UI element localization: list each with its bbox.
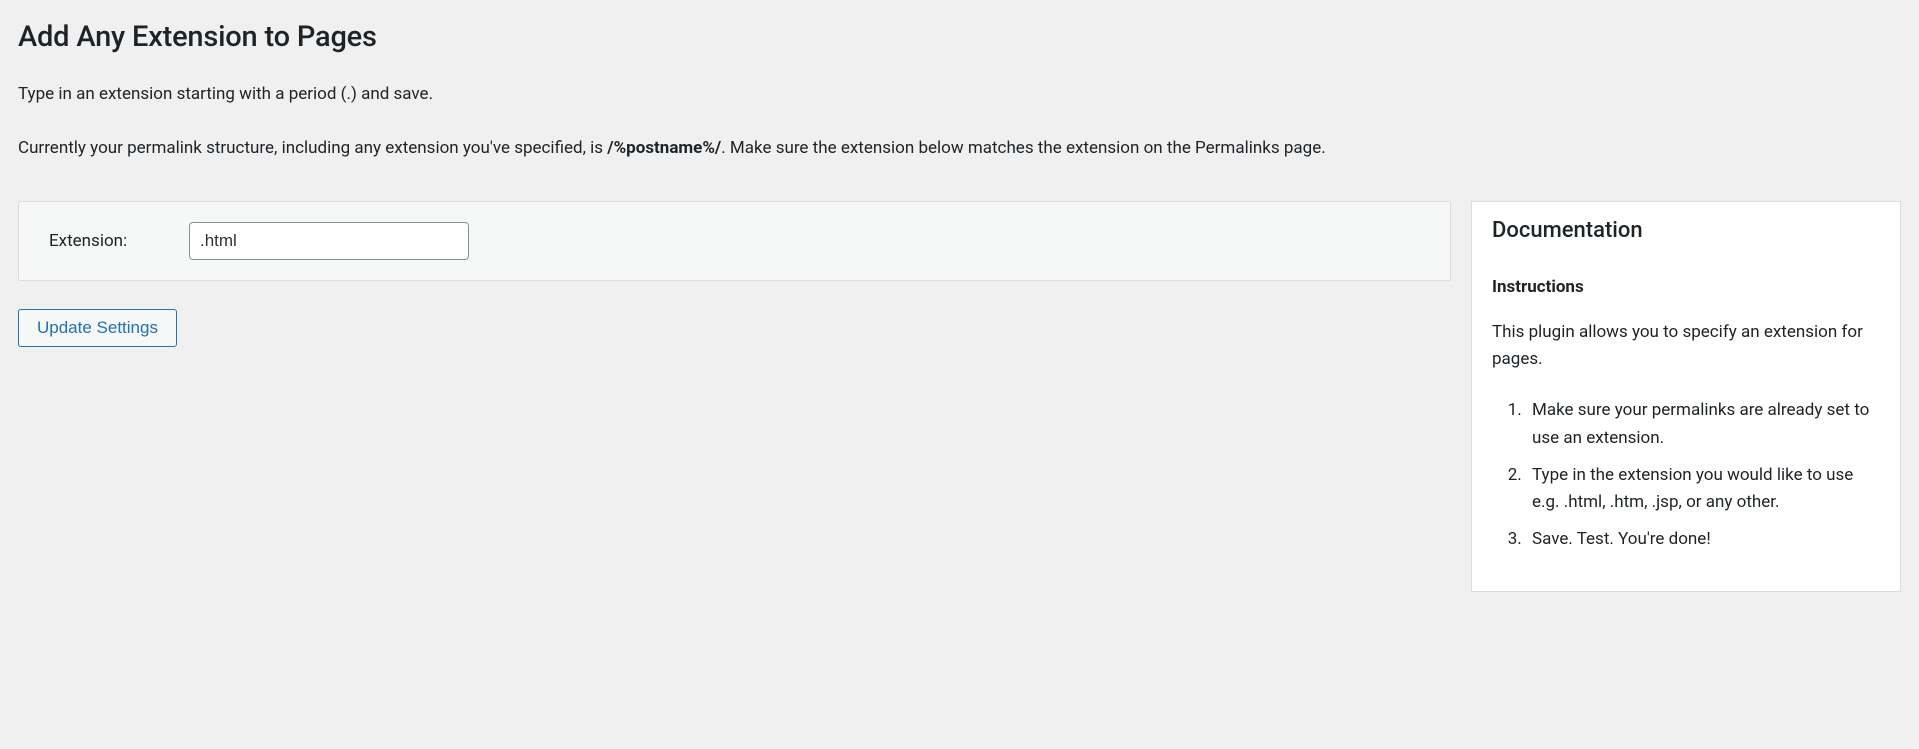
instructions-heading: Instructions [1492, 277, 1880, 297]
documentation-panel: Documentation Instructions This plugin a… [1471, 201, 1901, 592]
extension-input[interactable] [189, 222, 469, 260]
settings-column: Extension: Update Settings [18, 201, 1451, 347]
extension-label: Extension: [49, 231, 159, 251]
instructions-description: This plugin allows you to specify an ext… [1492, 319, 1880, 373]
instructions-list: Make sure your permalinks are already se… [1492, 397, 1880, 553]
content-wrap: Extension: Update Settings Documentation… [18, 201, 1901, 592]
page-title: Add Any Extension to Pages [18, 20, 1901, 54]
list-item: Save. Test. You're done! [1526, 526, 1880, 553]
update-settings-button[interactable]: Update Settings [18, 309, 177, 347]
permalink-prefix: Currently your permalink structure, incl… [18, 138, 607, 158]
documentation-title: Documentation [1492, 218, 1880, 243]
list-item: Make sure your permalinks are already se… [1526, 397, 1880, 451]
list-item: Type in the extension you would like to … [1526, 462, 1880, 516]
permalink-suffix: . Make sure the extension below matches … [721, 138, 1325, 158]
intro-text: Type in an extension starting with a per… [18, 82, 1901, 108]
permalink-structure-value: /%postname%/ [607, 138, 721, 158]
extension-form-box: Extension: [18, 201, 1451, 281]
permalink-info: Currently your permalink structure, incl… [18, 136, 1901, 162]
